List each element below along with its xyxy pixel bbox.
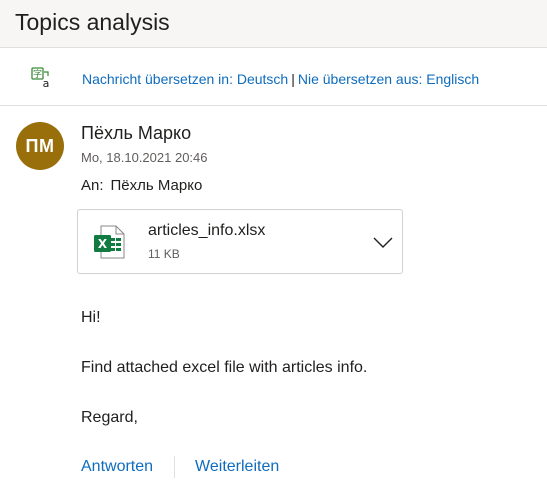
excel-file-icon: X <box>94 225 125 259</box>
recipient-line: An: Пёхль Марко <box>81 176 202 196</box>
translate-icon: 字 a <box>31 67 50 89</box>
chevron-down-icon[interactable] <box>372 231 394 253</box>
reply-button[interactable]: Antworten <box>81 458 153 475</box>
action-divider <box>174 455 176 478</box>
svg-text:X: X <box>98 237 108 251</box>
translate-message-link[interactable]: Nachricht übersetzen in: Deutsch <box>82 71 288 87</box>
translation-links: Nachricht übersetzen in: Deutsch | Nie übe… <box>82 70 479 88</box>
link-separator: | <box>291 71 295 87</box>
subject-title: Topics analysis <box>15 9 170 35</box>
attachment-file-name: articles_info.xlsx <box>148 222 266 239</box>
message-actions: Antworten Weiterleiten <box>81 455 279 481</box>
message-date: Mo, 18.10.2021 20:46 <box>81 150 208 165</box>
translation-bar: 字 a Nachricht übersetzen in: Deutsch | Nie… <box>0 49 547 106</box>
svg-text:a: a <box>43 77 50 89</box>
attachment-file-size: 11 KB <box>148 247 180 261</box>
recipient-name[interactable]: Пёхль Марко <box>111 177 203 194</box>
forward-button[interactable]: Weiterleiten <box>195 458 279 475</box>
body-closing: Regard, <box>81 409 138 426</box>
never-translate-link[interactable]: Nie übersetzen aus: Englisch <box>298 71 479 87</box>
sender-name[interactable]: Пёхль Марко <box>81 121 191 145</box>
attachment-card[interactable]: X articles_info.xlsx 11 KB <box>77 209 403 274</box>
to-label: An: <box>81 177 104 194</box>
svg-text:字: 字 <box>33 68 42 80</box>
subject-header: Topics analysis <box>0 0 547 48</box>
body-line: Find attached excel file with articles i… <box>81 359 368 376</box>
body-greeting: Hi! <box>81 309 101 326</box>
sender-avatar[interactable]: ПМ <box>16 122 64 170</box>
